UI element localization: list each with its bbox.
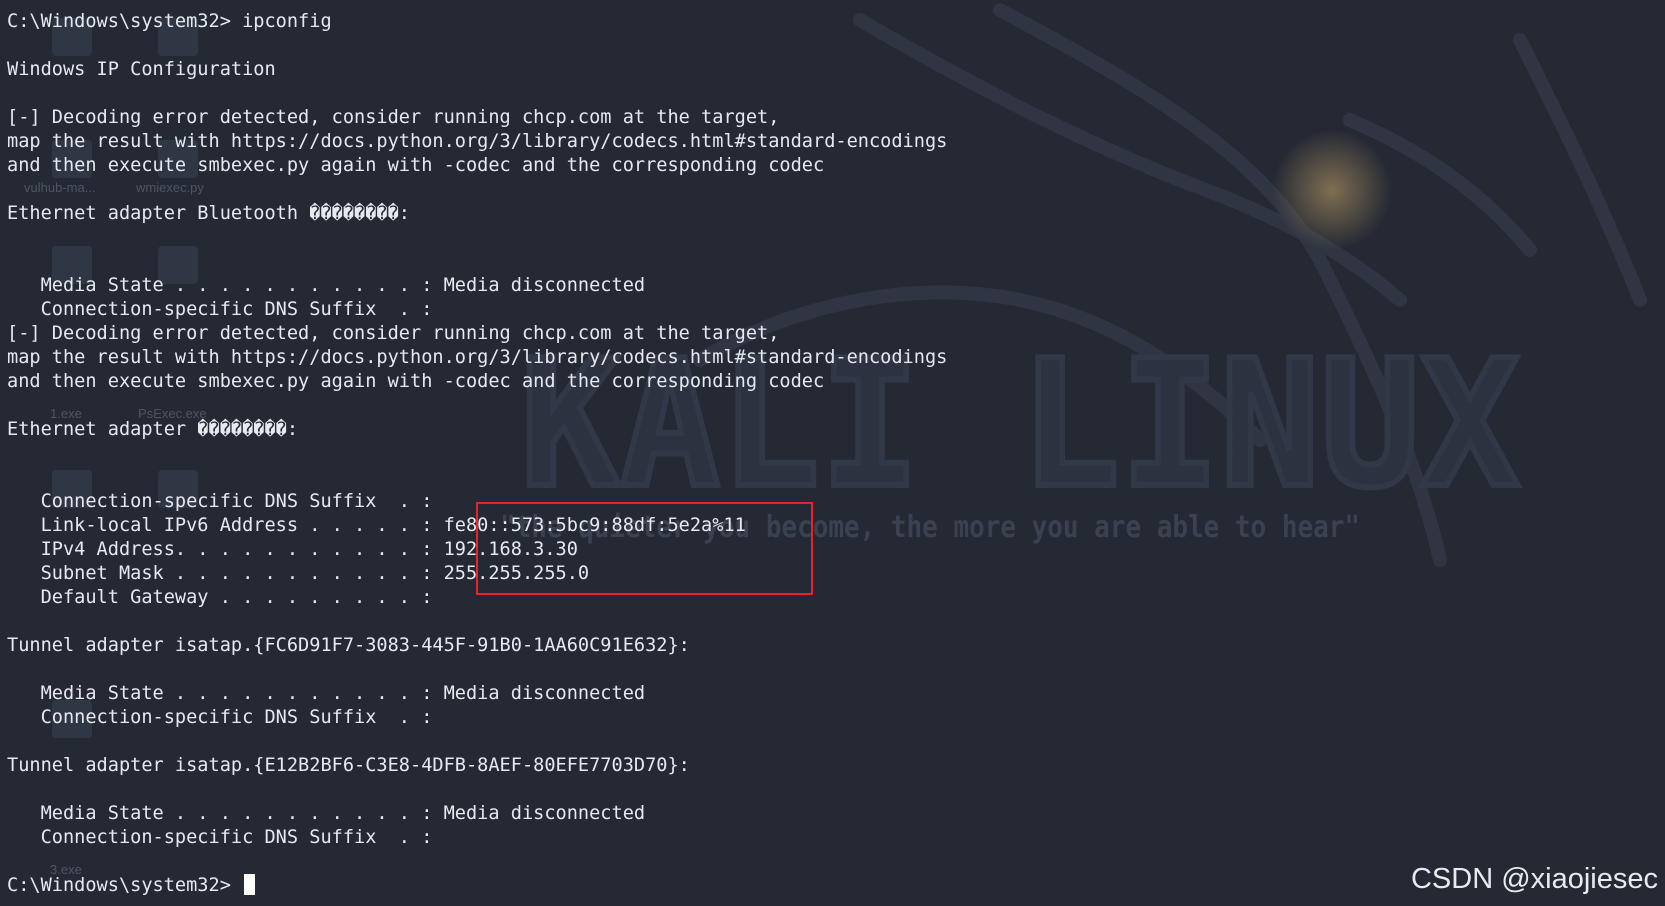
- terminal-line: map the result with https://docs.python.…: [7, 347, 948, 368]
- terminal-line: and then execute smbexec.py again with -…: [7, 371, 825, 392]
- terminal-line: Media State . . . . . . . . . . . : Medi…: [7, 275, 646, 296]
- terminal-line: Connection-specific DNS Suffix . :: [7, 299, 433, 320]
- text-cursor: [244, 874, 256, 895]
- terminal-line: Media State . . . . . . . . . . . : Medi…: [7, 683, 646, 704]
- terminal-output[interactable]: C:\Windows\system32> ipconfig Windows IP …: [7, 10, 947, 898]
- terminal-line: Connection-specific DNS Suffix . :: [7, 827, 433, 848]
- terminal-line: and then execute smbexec.py again with -…: [7, 155, 825, 176]
- terminal-line: Tunnel adapter isatap.{E12B2BF6-C3E8-4DF…: [7, 755, 690, 776]
- terminal-line: Tunnel adapter isatap.{FC6D91F7-3083-445…: [7, 635, 690, 656]
- terminal-line: Windows IP Configuration: [7, 59, 276, 80]
- terminal-line: C:\Windows\system32> ipconfig: [7, 11, 332, 32]
- terminal-line: Ethernet adapter Bluetooth ��������:: [7, 203, 410, 224]
- terminal-line: Connection-specific DNS Suffix . :: [7, 707, 433, 728]
- terminal-line: Media State . . . . . . . . . . . : Medi…: [7, 803, 646, 824]
- watermark: CSDN @xiaojiesec: [1410, 863, 1658, 895]
- highlight-box: [476, 502, 813, 595]
- terminal-prompt-line: C:\Windows\system32>: [7, 874, 947, 898]
- terminal-line: [-] Decoding error detected, consider ru…: [7, 323, 780, 344]
- terminal-line: Ethernet adapter ��������:: [7, 419, 299, 440]
- terminal-line: [-] Decoding error detected, consider ru…: [7, 107, 780, 128]
- terminal-line: map the result with https://docs.python.…: [7, 131, 948, 152]
